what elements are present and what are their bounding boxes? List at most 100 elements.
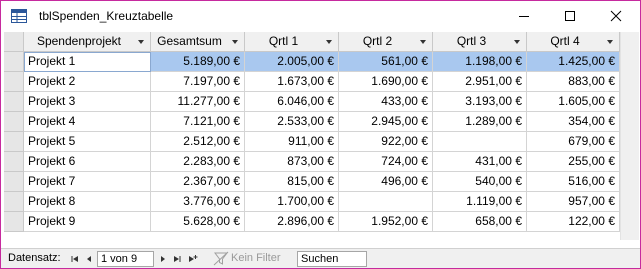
project-name-cell[interactable]: Projekt 3 [24, 92, 151, 112]
column-header-0[interactable]: Spendenprojekt [24, 32, 151, 52]
project-name-cell[interactable]: Projekt 5 [24, 132, 151, 152]
project-name-cell[interactable]: Projekt 9 [24, 212, 151, 232]
amount-cell[interactable]: 6.046,00 € [245, 92, 339, 112]
column-header-label: Gesamtsum [157, 34, 222, 48]
amount-cell[interactable]: 1.198,00 € [433, 52, 527, 72]
amount-cell[interactable]: 496,00 € [339, 172, 433, 192]
amount-cell[interactable]: 255,00 € [527, 152, 620, 172]
vertical-scrollbar[interactable] [620, 32, 639, 240]
next-record-icon[interactable] [157, 253, 169, 265]
amount-cell[interactable]: 561,00 € [339, 52, 433, 72]
amount-cell[interactable]: 911,00 € [245, 132, 339, 152]
amount-cell[interactable]: 2.896,00 € [245, 212, 339, 232]
row-selector[interactable] [4, 212, 24, 232]
amount-cell[interactable]: 122,00 € [527, 212, 620, 232]
amount-cell[interactable]: 658,00 € [433, 212, 527, 232]
amount-cell[interactable]: 5.628,00 € [151, 212, 245, 232]
table-icon [11, 9, 27, 23]
amount-cell[interactable]: 7.197,00 € [151, 72, 245, 92]
close-button[interactable] [593, 1, 639, 32]
sort-dropdown-icon[interactable] [420, 40, 426, 44]
filter-icon[interactable] [213, 251, 229, 266]
amount-cell[interactable]: 1.673,00 € [245, 72, 339, 92]
horizontal-scrollbar[interactable] [371, 251, 616, 267]
row-selector[interactable] [4, 52, 24, 72]
record-navigation-bar: Datensatz: 1 von 9 Kein Filter Suchen [1, 248, 640, 268]
amount-cell[interactable]: 1.690,00 € [339, 72, 433, 92]
record-label: Datensatz: [8, 252, 61, 264]
amount-cell[interactable]: 883,00 € [527, 72, 620, 92]
amount-cell[interactable]: 431,00 € [433, 152, 527, 172]
sort-dropdown-icon[interactable] [138, 40, 144, 44]
column-header-3[interactable]: Qrtl 2 [339, 32, 433, 52]
close-icon [610, 10, 622, 22]
amount-cell[interactable]: 7.121,00 € [151, 112, 245, 132]
sort-dropdown-icon[interactable] [326, 40, 332, 44]
amount-cell[interactable]: 1.289,00 € [433, 112, 527, 132]
amount-cell[interactable]: 1.700,00 € [245, 192, 339, 212]
amount-cell[interactable]: 1.605,00 € [527, 92, 620, 112]
datasheet-grid: Spendenprojekt Gesamtsum Qrtl 1 Qrtl 2 Qrtl … [4, 32, 620, 238]
row-selector[interactable] [4, 112, 24, 132]
amount-cell[interactable]: 2.512,00 € [151, 132, 245, 152]
minimize-icon [519, 16, 529, 17]
amount-cell[interactable] [433, 132, 527, 152]
amount-cell[interactable]: 957,00 € [527, 192, 620, 212]
project-name-cell[interactable]: Projekt 2 [24, 72, 151, 92]
amount-cell[interactable]: 873,00 € [245, 152, 339, 172]
amount-cell[interactable]: 3.776,00 € [151, 192, 245, 212]
previous-record-icon[interactable] [83, 253, 95, 265]
row-selector[interactable] [4, 132, 24, 152]
amount-cell[interactable]: 2.951,00 € [433, 72, 527, 92]
column-header-label: Qrtl 2 [362, 34, 393, 48]
amount-cell[interactable] [339, 192, 433, 212]
amount-cell[interactable]: 1.119,00 € [433, 192, 527, 212]
project-name-cell[interactable]: Projekt 6 [24, 152, 151, 172]
last-record-icon[interactable] [171, 253, 183, 265]
sort-dropdown-icon[interactable] [607, 40, 613, 44]
maximize-icon [565, 11, 575, 21]
row-selector[interactable] [4, 192, 24, 212]
amount-cell[interactable]: 2.283,00 € [151, 152, 245, 172]
project-name-cell[interactable]: Projekt 8 [24, 192, 151, 212]
amount-cell[interactable]: 2.367,00 € [151, 172, 245, 192]
amount-cell[interactable]: 2.945,00 € [339, 112, 433, 132]
select-all-corner[interactable] [4, 32, 24, 52]
amount-cell[interactable]: 11.277,00 € [151, 92, 245, 112]
search-input[interactable]: Suchen [297, 251, 367, 267]
amount-cell[interactable]: 1.952,00 € [339, 212, 433, 232]
project-name-cell[interactable]: Projekt 4 [24, 112, 151, 132]
project-name-cell[interactable]: Projekt 1 [24, 52, 151, 72]
amount-cell[interactable]: 354,00 € [527, 112, 620, 132]
first-record-icon[interactable] [69, 253, 81, 265]
minimize-button[interactable] [501, 1, 547, 32]
no-filter-label[interactable]: Kein Filter [231, 252, 281, 264]
sort-dropdown-icon[interactable] [514, 40, 520, 44]
amount-cell[interactable]: 724,00 € [339, 152, 433, 172]
amount-cell[interactable]: 433,00 € [339, 92, 433, 112]
project-name-cell[interactable]: Projekt 7 [24, 172, 151, 192]
amount-cell[interactable]: 516,00 € [527, 172, 620, 192]
sort-dropdown-icon[interactable] [232, 40, 238, 44]
row-selector[interactable] [4, 72, 24, 92]
record-position-field[interactable]: 1 von 9 [97, 251, 154, 267]
amount-cell[interactable]: 922,00 € [339, 132, 433, 152]
amount-cell[interactable]: 2.533,00 € [245, 112, 339, 132]
column-header-2[interactable]: Qrtl 1 [245, 32, 339, 52]
new-record-icon[interactable] [187, 253, 199, 265]
row-selector[interactable] [4, 152, 24, 172]
amount-cell[interactable]: 5.189,00 € [151, 52, 245, 72]
amount-cell[interactable]: 540,00 € [433, 172, 527, 192]
amount-cell[interactable]: 2.005,00 € [245, 52, 339, 72]
amount-cell[interactable]: 3.193,00 € [433, 92, 527, 112]
amount-cell[interactable]: 1.425,00 € [527, 52, 620, 72]
maximize-button[interactable] [547, 1, 593, 32]
amount-cell[interactable]: 815,00 € [245, 172, 339, 192]
column-header-1[interactable]: Gesamtsum [151, 32, 245, 52]
column-header-5[interactable]: Qrtl 4 [527, 32, 620, 52]
title-bar[interactable]: tblSpenden_Kreuztabelle [1, 1, 640, 32]
row-selector[interactable] [4, 172, 24, 192]
amount-cell[interactable]: 679,00 € [527, 132, 620, 152]
column-header-4[interactable]: Qrtl 3 [433, 32, 527, 52]
row-selector[interactable] [4, 92, 24, 112]
